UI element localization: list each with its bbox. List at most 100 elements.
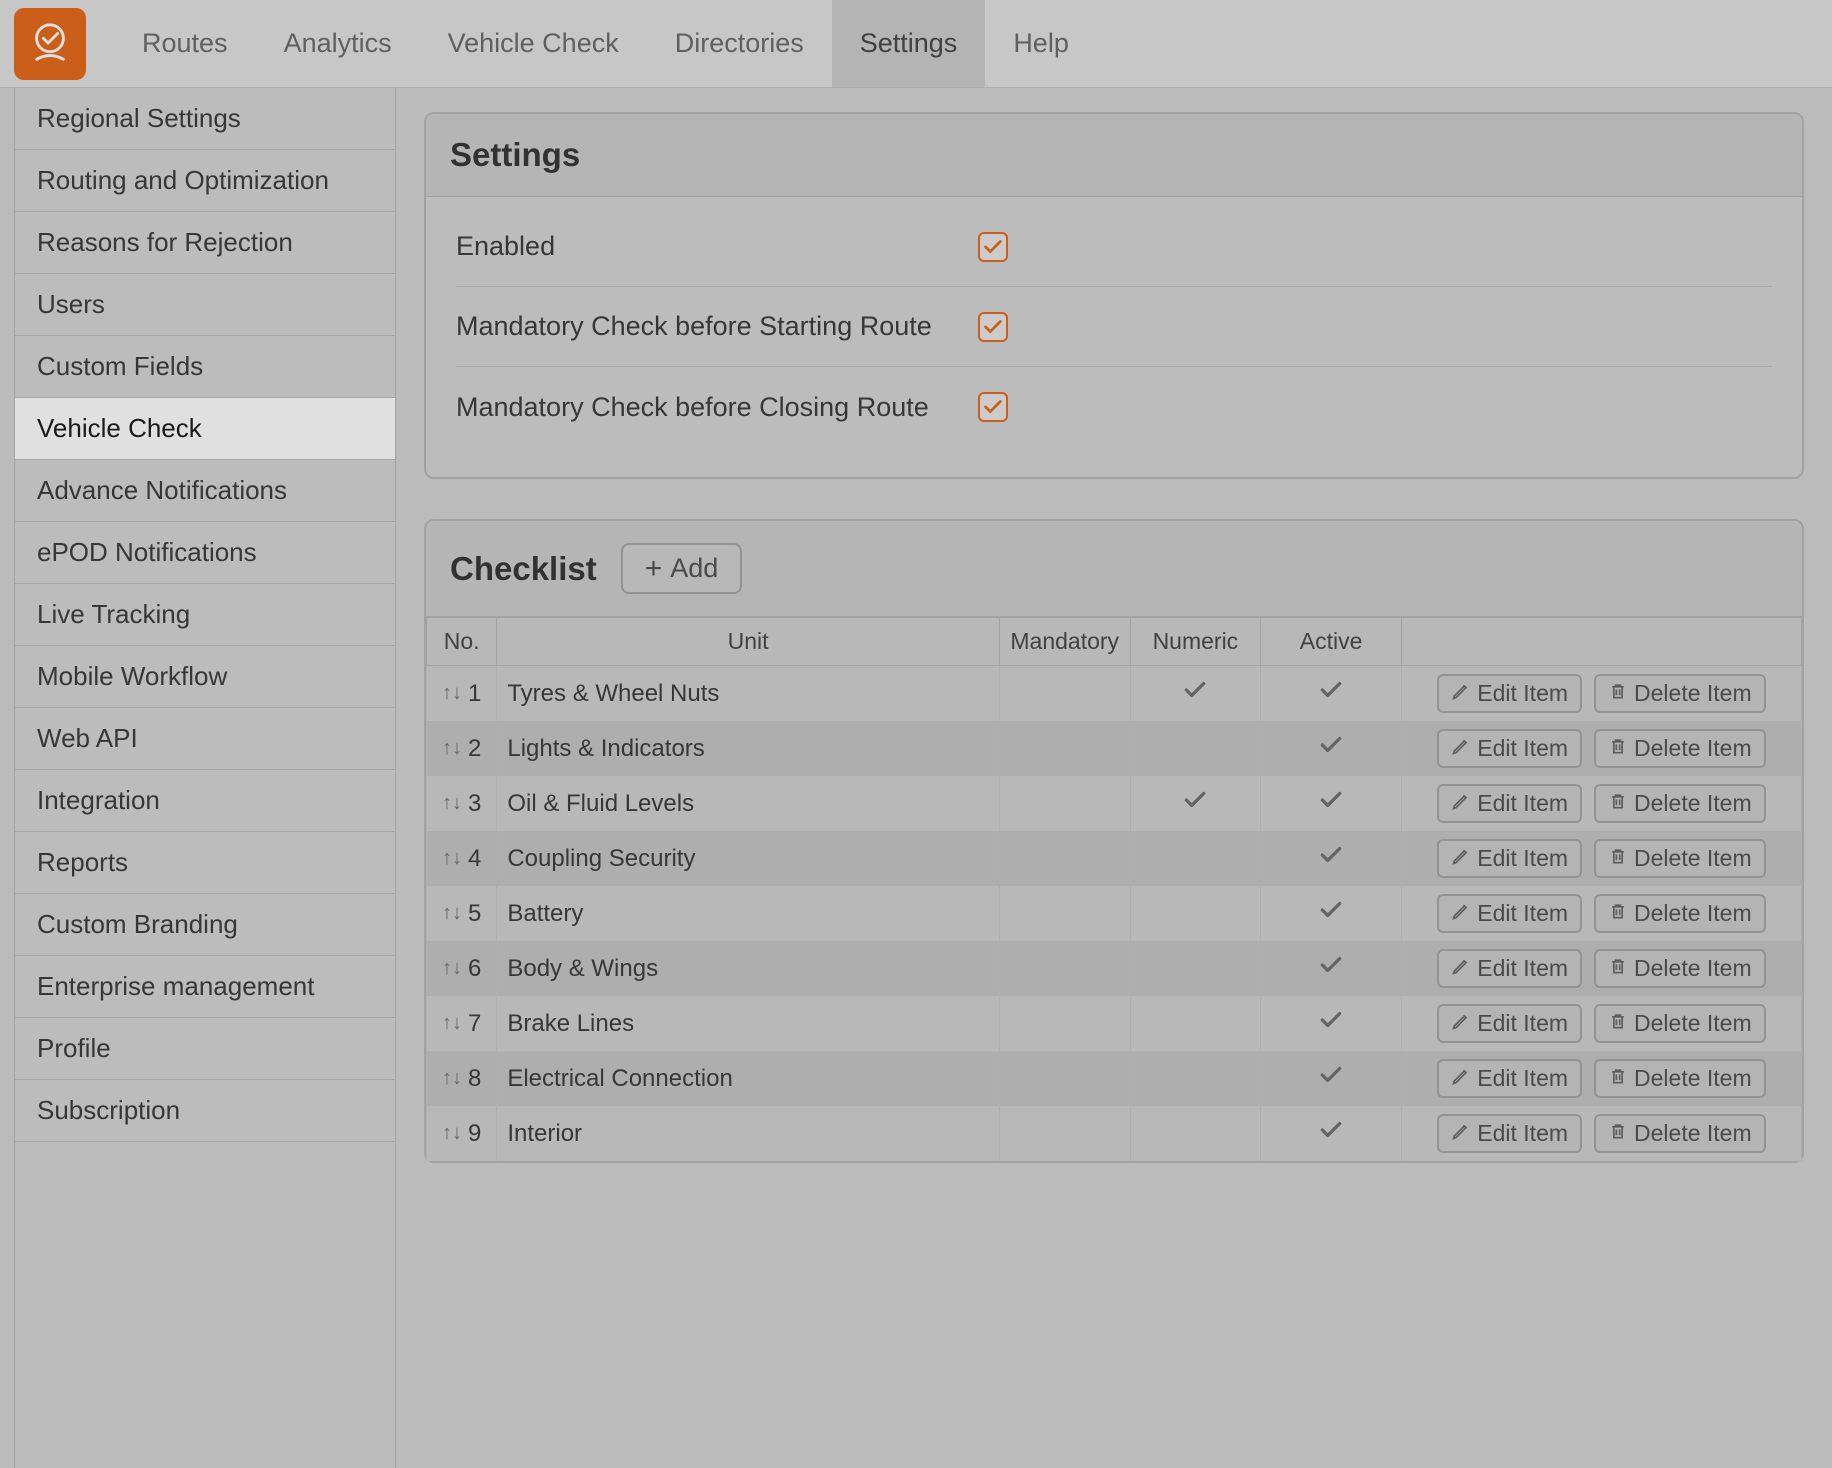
sort-handle-icon[interactable]: ↑↓ — [442, 902, 462, 925]
table-row: ↑↓2Lights & IndicatorsEdit ItemDelete It… — [427, 721, 1802, 776]
setting-checkbox[interactable] — [978, 392, 1008, 422]
delete-label: Delete Item — [1634, 790, 1752, 817]
unit-cell: Battery — [497, 886, 1000, 941]
mandatory-cell — [999, 666, 1130, 722]
sidebar-item-reasons-for-rejection[interactable]: Reasons for Rejection — [15, 212, 395, 274]
sidebar-item-epod-notifications[interactable]: ePOD Notifications — [15, 522, 395, 584]
setting-label: Mandatory Check before Starting Route — [456, 311, 956, 342]
sidebar-item-web-api[interactable]: Web API — [15, 708, 395, 770]
sort-handle-icon[interactable]: ↑↓ — [442, 737, 462, 760]
row-number: 2 — [468, 735, 481, 763]
edit-item-button[interactable]: Edit Item — [1437, 1059, 1582, 1098]
settings-sidebar: Regional SettingsRouting and Optimizatio… — [14, 88, 396, 1468]
setting-checkbox[interactable] — [978, 312, 1008, 342]
setting-row: Enabled — [456, 207, 1772, 287]
trash-icon — [1608, 735, 1628, 762]
trash-icon — [1608, 900, 1628, 927]
numeric-cell — [1130, 666, 1261, 722]
edit-label: Edit Item — [1477, 845, 1568, 872]
edit-label: Edit Item — [1477, 955, 1568, 982]
edit-item-button[interactable]: Edit Item — [1437, 674, 1582, 713]
table-row: ↑↓4Coupling SecurityEdit ItemDelete Item — [427, 831, 1802, 886]
nav-item-routes[interactable]: Routes — [114, 0, 256, 87]
row-number: 4 — [468, 845, 481, 873]
nav-item-analytics[interactable]: Analytics — [256, 0, 420, 87]
sidebar-item-users[interactable]: Users — [15, 274, 395, 336]
mandatory-cell — [999, 1051, 1130, 1106]
delete-item-button[interactable]: Delete Item — [1594, 784, 1766, 823]
active-cell — [1261, 776, 1402, 831]
pencil-icon — [1451, 735, 1471, 762]
edit-item-button[interactable]: Edit Item — [1437, 839, 1582, 878]
edit-label: Edit Item — [1477, 680, 1568, 707]
delete-item-button[interactable]: Delete Item — [1594, 949, 1766, 988]
delete-label: Delete Item — [1634, 1120, 1752, 1147]
row-number: 6 — [468, 955, 481, 983]
sidebar-item-custom-fields[interactable]: Custom Fields — [15, 336, 395, 398]
sidebar-item-profile[interactable]: Profile — [15, 1018, 395, 1080]
sidebar-item-mobile-workflow[interactable]: Mobile Workflow — [15, 646, 395, 708]
delete-item-button[interactable]: Delete Item — [1594, 1059, 1766, 1098]
sidebar-item-regional-settings[interactable]: Regional Settings — [15, 88, 395, 150]
column-header — [1401, 618, 1801, 666]
sort-handle-icon[interactable]: ↑↓ — [442, 1122, 462, 1145]
sidebar-item-integration[interactable]: Integration — [15, 770, 395, 832]
delete-item-button[interactable]: Delete Item — [1594, 894, 1766, 933]
sidebar-item-enterprise-management[interactable]: Enterprise management — [15, 956, 395, 1018]
nav-item-help[interactable]: Help — [985, 0, 1097, 87]
sort-handle-icon[interactable]: ↑↓ — [442, 792, 462, 815]
sort-handle-icon[interactable]: ↑↓ — [442, 1012, 462, 1035]
sort-handle-icon[interactable]: ↑↓ — [442, 1067, 462, 1090]
add-button[interactable]: + Add — [621, 543, 743, 594]
delete-label: Delete Item — [1634, 900, 1752, 927]
settings-panel-title: Settings — [450, 136, 1778, 174]
active-cell — [1261, 1051, 1402, 1106]
delete-item-button[interactable]: Delete Item — [1594, 1004, 1766, 1043]
sidebar-item-custom-branding[interactable]: Custom Branding — [15, 894, 395, 956]
nav-item-settings[interactable]: Settings — [832, 0, 986, 87]
sort-handle-icon[interactable]: ↑↓ — [442, 957, 462, 980]
column-header: Active — [1261, 618, 1402, 666]
sidebar-item-live-tracking[interactable]: Live Tracking — [15, 584, 395, 646]
sidebar-item-reports[interactable]: Reports — [15, 832, 395, 894]
logo-icon — [27, 21, 73, 67]
delete-label: Delete Item — [1634, 955, 1752, 982]
sidebar-item-advance-notifications[interactable]: Advance Notifications — [15, 460, 395, 522]
plus-icon: + — [645, 554, 663, 584]
delete-item-button[interactable]: Delete Item — [1594, 1114, 1766, 1153]
active-cell — [1261, 886, 1402, 941]
trash-icon — [1608, 1010, 1628, 1037]
sidebar-item-routing-and-optimization[interactable]: Routing and Optimization — [15, 150, 395, 212]
edit-item-button[interactable]: Edit Item — [1437, 894, 1582, 933]
delete-item-button[interactable]: Delete Item — [1594, 674, 1766, 713]
column-header: Unit — [497, 618, 1000, 666]
pencil-icon — [1451, 1065, 1471, 1092]
edit-item-button[interactable]: Edit Item — [1437, 1004, 1582, 1043]
app-logo[interactable] — [14, 8, 86, 80]
nav-item-vehicle-check[interactable]: Vehicle Check — [420, 0, 647, 87]
active-cell — [1261, 666, 1402, 722]
sort-handle-icon[interactable]: ↑↓ — [442, 847, 462, 870]
delete-label: Delete Item — [1634, 1010, 1752, 1037]
edit-item-button[interactable]: Edit Item — [1437, 784, 1582, 823]
nav-item-directories[interactable]: Directories — [647, 0, 832, 87]
sidebar-item-vehicle-check[interactable]: Vehicle Check — [15, 398, 395, 460]
edit-item-button[interactable]: Edit Item — [1437, 729, 1582, 768]
edit-label: Edit Item — [1477, 1120, 1568, 1147]
delete-item-button[interactable]: Delete Item — [1594, 839, 1766, 878]
checklist-panel-header: Checklist + Add — [426, 521, 1802, 617]
row-number: 5 — [468, 900, 481, 928]
setting-checkbox[interactable] — [978, 232, 1008, 262]
edit-item-button[interactable]: Edit Item — [1437, 1114, 1582, 1153]
sort-handle-icon[interactable]: ↑↓ — [442, 682, 462, 705]
table-row: ↑↓9InteriorEdit ItemDelete Item — [427, 1106, 1802, 1161]
table-row: ↑↓8Electrical ConnectionEdit ItemDelete … — [427, 1051, 1802, 1106]
row-number: 3 — [468, 790, 481, 818]
edit-item-button[interactable]: Edit Item — [1437, 949, 1582, 988]
table-row: ↑↓ 5 Battery Edit Item Delete Item — [427, 886, 1802, 941]
trash-icon — [1608, 1065, 1628, 1092]
setting-label: Mandatory Check before Closing Route — [456, 392, 956, 423]
sidebar-item-subscription[interactable]: Subscription — [15, 1080, 395, 1142]
delete-item-button[interactable]: Delete Item — [1594, 729, 1766, 768]
mandatory-cell — [999, 886, 1130, 941]
